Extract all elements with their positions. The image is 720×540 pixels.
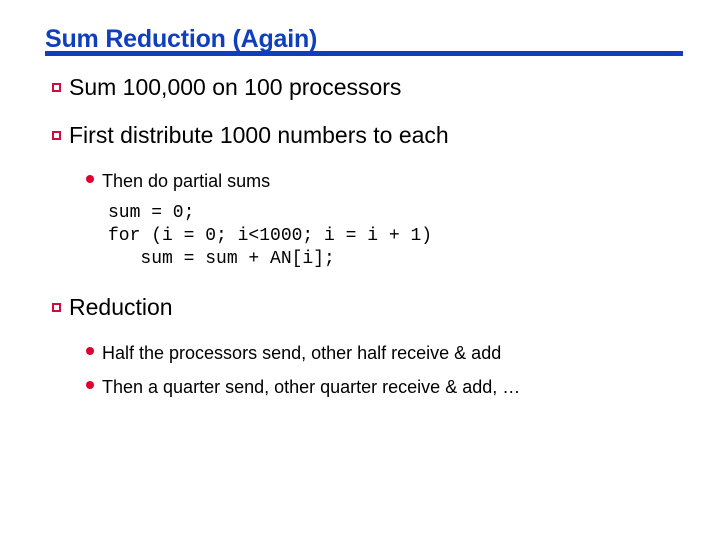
code-line-2: for (i = 0; i<1000; i = i + 1) <box>108 226 433 246</box>
filled-round-bullet-icon <box>86 342 102 360</box>
code-line-1: sum = 0; <box>108 203 195 223</box>
hollow-square-bullet-icon <box>52 299 69 317</box>
hollow-square-bullet-icon <box>52 127 69 145</box>
bullet-item-sum-100000: Sum 100,000 on 100 processors <box>52 74 401 101</box>
title-underline-rule <box>45 51 683 56</box>
bullet-label: Reduction <box>69 294 173 320</box>
page-title: Sum Reduction (Again) <box>45 25 318 53</box>
slide-title-block: Sum Reduction (Again) <box>45 26 685 58</box>
slide-body: Sum 100,000 on 100 processors First dist… <box>0 66 720 486</box>
filled-round-bullet-icon <box>86 170 102 188</box>
hollow-square-bullet-icon <box>52 79 69 97</box>
bullet-item-reduction: Reduction <box>52 294 173 321</box>
sub-bullet-label: Then do partial sums <box>102 171 271 191</box>
sub-bullet-item-half-processors: Half the processors send, other half rec… <box>86 342 501 364</box>
code-line-3: sum = sum + AN[i]; <box>108 249 335 269</box>
filled-round-bullet-icon <box>86 376 102 394</box>
sub-bullet-item-partial-sums: Then do partial sums <box>86 170 270 192</box>
sub-bullet-label: Then a quarter send, other quarter recei… <box>102 377 521 397</box>
bullet-label: Sum 100,000 on 100 processors <box>69 74 402 100</box>
bullet-item-first-distribute: First distribute 1000 numbers to each <box>52 122 449 149</box>
sub-bullet-item-quarter-send: Then a quarter send, other quarter recei… <box>86 376 520 398</box>
sub-bullet-label: Half the processors send, other half rec… <box>102 343 502 363</box>
slide: Sum Reduction (Again) Sum 100,000 on 100… <box>0 0 720 540</box>
bullet-label: First distribute 1000 numbers to each <box>69 122 449 148</box>
